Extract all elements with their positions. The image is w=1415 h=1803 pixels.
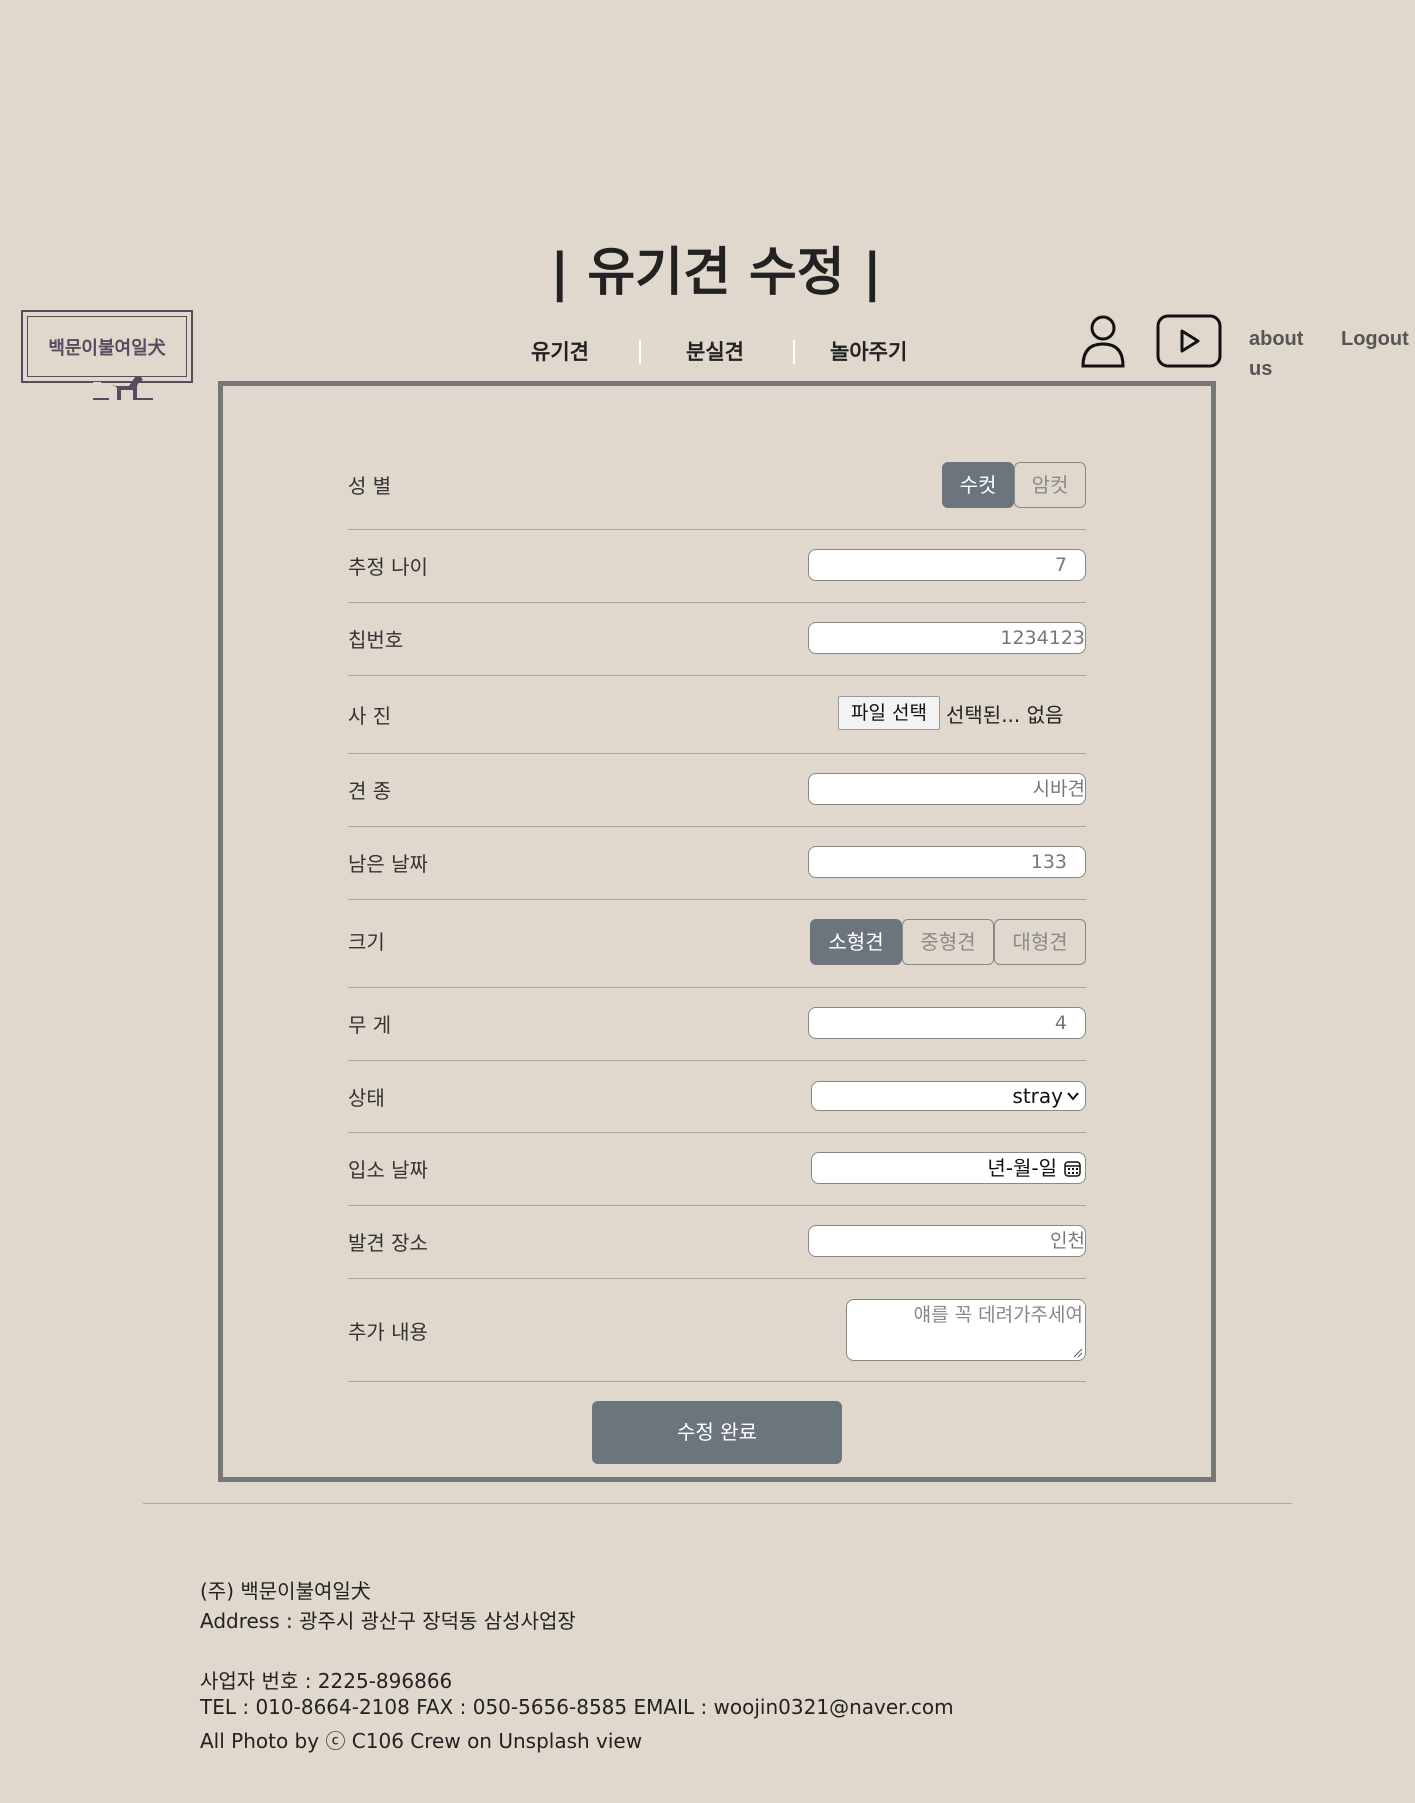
chip-input[interactable]: 1234123 (808, 622, 1086, 654)
chevron-down-icon (1067, 1092, 1079, 1101)
intake-date-input[interactable]: 년-월-일 (811, 1152, 1086, 1184)
form-row-photo: 사 진 파일 선택 선택된... 없음 (348, 675, 1086, 754)
nav-item-play[interactable]: 놀아주기 (830, 336, 907, 366)
nav-item-stray[interactable]: 유기견 (531, 336, 589, 366)
gender-male-button[interactable]: 수컷 (942, 462, 1014, 508)
about-us-line-1: about (1249, 328, 1304, 350)
status-select[interactable]: stray (811, 1081, 1086, 1111)
photo-label: 사 진 (348, 704, 392, 728)
form-row-days-left: 남은 날짜 133 (348, 826, 1086, 900)
breed-input[interactable]: 시바견 (808, 773, 1086, 805)
nav-separator (793, 340, 795, 364)
size-small-button[interactable]: 소형견 (810, 919, 902, 965)
form-row-gender: 성 별 수컷 암컷 (348, 450, 1086, 530)
footer-contact: TEL : 010-8664-2108 FAX : 050-5656-8585 … (200, 1695, 954, 1719)
size-label: 크기 (348, 930, 385, 954)
form-row-status: 상태 stray (348, 1060, 1086, 1133)
days-left-input[interactable]: 133 (808, 846, 1086, 878)
found-location-input[interactable]: 인천 (808, 1225, 1086, 1257)
chip-label: 칩번호 (348, 628, 404, 652)
dog-icon (93, 376, 153, 400)
submit-edit-button[interactable]: 수정 완료 (592, 1401, 842, 1464)
form-row-chip: 칩번호 1234123 (348, 602, 1086, 676)
age-input[interactable]: 7 (808, 549, 1086, 581)
form-row-breed: 견 종 시바견 (348, 753, 1086, 827)
footer-business-number: 사업자 번호 : 2225-896866 (200, 1669, 453, 1693)
size-large-button[interactable]: 대형견 (994, 919, 1086, 965)
days-left-label: 남은 날짜 (348, 852, 428, 876)
footer-credit[interactable]: All Photo by ⓒ C106 Crew on Unsplash vie… (200, 1725, 642, 1754)
form-row-size: 크기 소형견 중형견 대형견 (348, 899, 1086, 988)
age-label: 추정 나이 (348, 555, 428, 579)
status-select-value: stray (1012, 1084, 1063, 1108)
weight-label: 무 게 (348, 1013, 392, 1037)
weight-input[interactable]: 4 (808, 1007, 1086, 1039)
status-label: 상태 (348, 1086, 385, 1110)
size-medium-button[interactable]: 중형견 (902, 919, 994, 965)
site-logo[interactable]: 백문이불여일犬 (21, 310, 193, 400)
file-status-text: 선택된... 없음 (946, 703, 1064, 727)
gender-label: 성 별 (348, 474, 392, 498)
nav-item-lost[interactable]: 분실견 (686, 336, 744, 366)
notes-label: 추가 내용 (348, 1320, 428, 1344)
file-select-button[interactable]: 파일 선택 (838, 696, 940, 730)
form-row-weight: 무 게 4 (348, 987, 1086, 1061)
resize-grip-icon[interactable] (1073, 1348, 1083, 1358)
footer-divider (143, 1503, 1292, 1504)
page-title: | 유기견 수정 | (550, 243, 882, 303)
intake-date-placeholder: 년-월-일 (987, 1156, 1057, 1180)
intake-date-label: 입소 날짜 (348, 1158, 428, 1182)
form-row-notes: 추가 내용 얘를 꼭 데려가주세여 (348, 1278, 1086, 1382)
form-row-age: 추정 나이 7 (348, 529, 1086, 603)
logout-link[interactable]: Logout (1341, 324, 1409, 354)
form-row-found-location: 발견 장소 인천 (348, 1205, 1086, 1279)
breed-label: 견 종 (348, 779, 392, 803)
logo-text: 백문이불여일犬 (48, 338, 166, 359)
play-icon[interactable] (1156, 314, 1222, 368)
form-row-intake-date: 입소 날짜 년-월-일 (348, 1132, 1086, 1206)
notes-text: 얘를 꼭 데려가주세여 (913, 1304, 1083, 1326)
footer-address: Address : 광주시 광산구 장덕동 삼성사업장 (200, 1609, 576, 1633)
calendar-icon[interactable] (1064, 1160, 1081, 1177)
about-us-line-2: us (1249, 358, 1273, 380)
notes-textarea[interactable]: 얘를 꼭 데려가주세여 (846, 1299, 1086, 1361)
found-location-label: 발견 장소 (348, 1231, 428, 1255)
about-us-link[interactable]: about us (1249, 324, 1303, 384)
footer-company: (주) 백문이불여일犬 (200, 1579, 371, 1603)
nav-separator (639, 340, 641, 364)
gender-female-button[interactable]: 암컷 (1014, 462, 1086, 508)
user-icon[interactable] (1080, 314, 1126, 368)
